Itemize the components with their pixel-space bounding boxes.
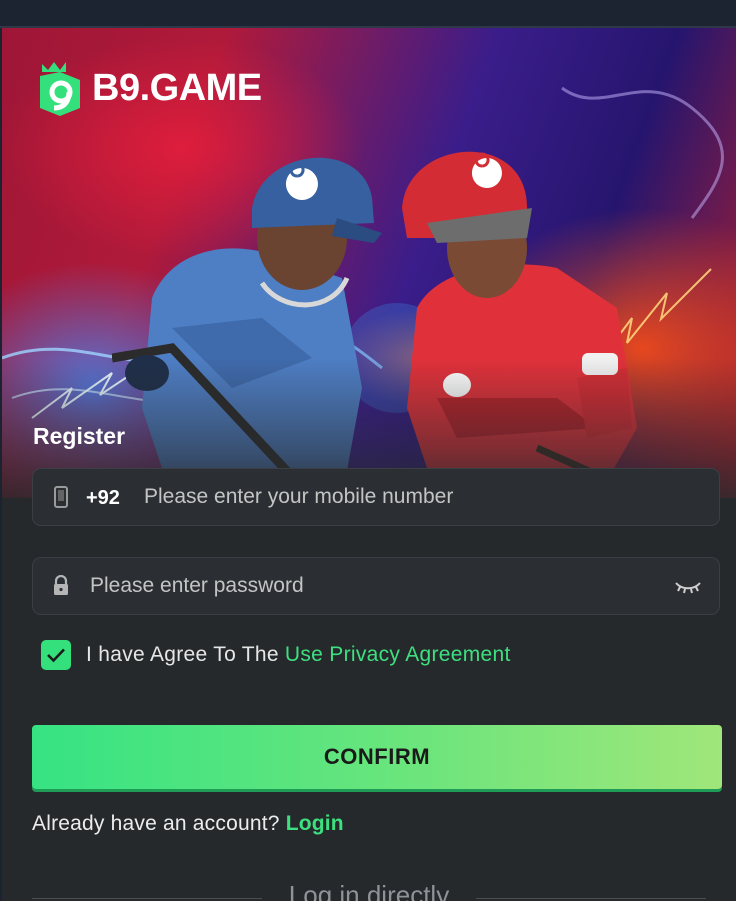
login-link[interactable]: Login xyxy=(286,812,344,835)
country-code-prefix[interactable]: +92 xyxy=(86,487,120,510)
password-input[interactable] xyxy=(90,558,660,614)
mobile-number-field[interactable]: +92 xyxy=(32,468,720,526)
check-icon xyxy=(47,648,65,663)
brand-logo[interactable]: B9.GAME xyxy=(36,58,262,118)
password-field[interactable] xyxy=(32,557,720,615)
register-panel: B9.GAME Register +92 Please enter your m… xyxy=(2,28,736,901)
mobile-phone-icon xyxy=(54,486,68,508)
eye-closed-icon[interactable] xyxy=(674,578,702,596)
confirm-button[interactable]: CONFIRM xyxy=(32,725,722,789)
direct-login-link[interactable]: Log in directly xyxy=(2,880,736,901)
agreement-text: I have Agree To The xyxy=(86,643,279,666)
agreement-checkbox[interactable] xyxy=(41,640,71,670)
login-prompt: Already have an account? Login xyxy=(32,812,344,836)
hero-banner: B9.GAME Register xyxy=(2,28,736,498)
b9-crown-logo-icon xyxy=(40,62,80,116)
login-prompt-text: Already have an account? xyxy=(32,812,280,835)
privacy-agreement-link[interactable]: Use Privacy Agreement xyxy=(285,643,511,667)
mobile-number-input[interactable] xyxy=(144,469,704,525)
browser-top-bar xyxy=(0,0,736,28)
lock-icon xyxy=(54,575,68,595)
agreement-row: I have Agree To The Use Privacy Agreemen… xyxy=(41,639,511,671)
brand-name: B9.GAME xyxy=(92,66,262,109)
register-title: Register xyxy=(33,423,126,449)
